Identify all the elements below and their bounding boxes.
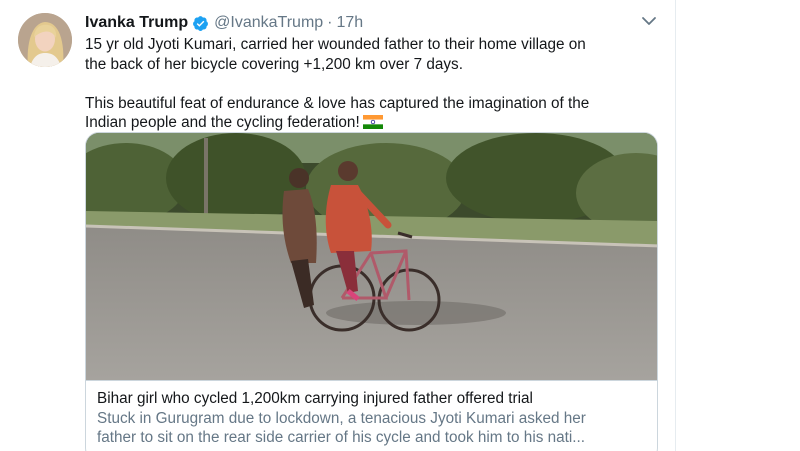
- tweet-text-line: 15 yr old Jyoti Kumari, carried her woun…: [85, 36, 586, 53]
- card-body[interactable]: Bihar girl who cycled 1,200km carrying i…: [86, 381, 657, 448]
- link-preview-card[interactable]: Bihar girl who cycled 1,200km carrying i…: [85, 132, 658, 451]
- tweet-text-line-with-flag: Indian people and the cycling federation…: [85, 113, 665, 133]
- avatar[interactable]: [18, 13, 72, 67]
- tweet-text-line: This beautiful feat of endurance & love …: [85, 94, 590, 112]
- card-image[interactable]: [86, 133, 657, 380]
- timeline-border: [675, 0, 676, 451]
- author-handle[interactable]: @IvankaTrump: [214, 14, 323, 32]
- tweet-text: 15 yr old Jyoti Kumari, carried her woun…: [85, 35, 665, 133]
- verified-badge-icon: [192, 15, 209, 32]
- tweet[interactable]: Ivanka Trump @IvankaTrump · 17h 15 yr ol…: [0, 0, 800, 451]
- chevron-down-icon[interactable]: [640, 14, 658, 28]
- separator-dot: ·: [327, 14, 333, 31]
- tweet-text-line: the back of her bicycle covering +1,200 …: [85, 55, 463, 73]
- card-description-line: Stuck in Gurugram due to lockdown, a ten…: [97, 409, 586, 427]
- card-description-line: father to sit on the rear side carrier o…: [97, 429, 586, 446]
- tweet-text-line: Indian people and the cycling federation…: [85, 114, 360, 131]
- card-title[interactable]: Bihar girl who cycled 1,200km carrying i…: [97, 389, 649, 409]
- india-flag-icon: [362, 115, 383, 129]
- tweet-header: Ivanka Trump @IvankaTrump · 17h: [85, 12, 363, 34]
- author-name[interactable]: Ivanka Trump: [85, 14, 188, 32]
- tweet-timestamp[interactable]: 17h: [337, 14, 364, 32]
